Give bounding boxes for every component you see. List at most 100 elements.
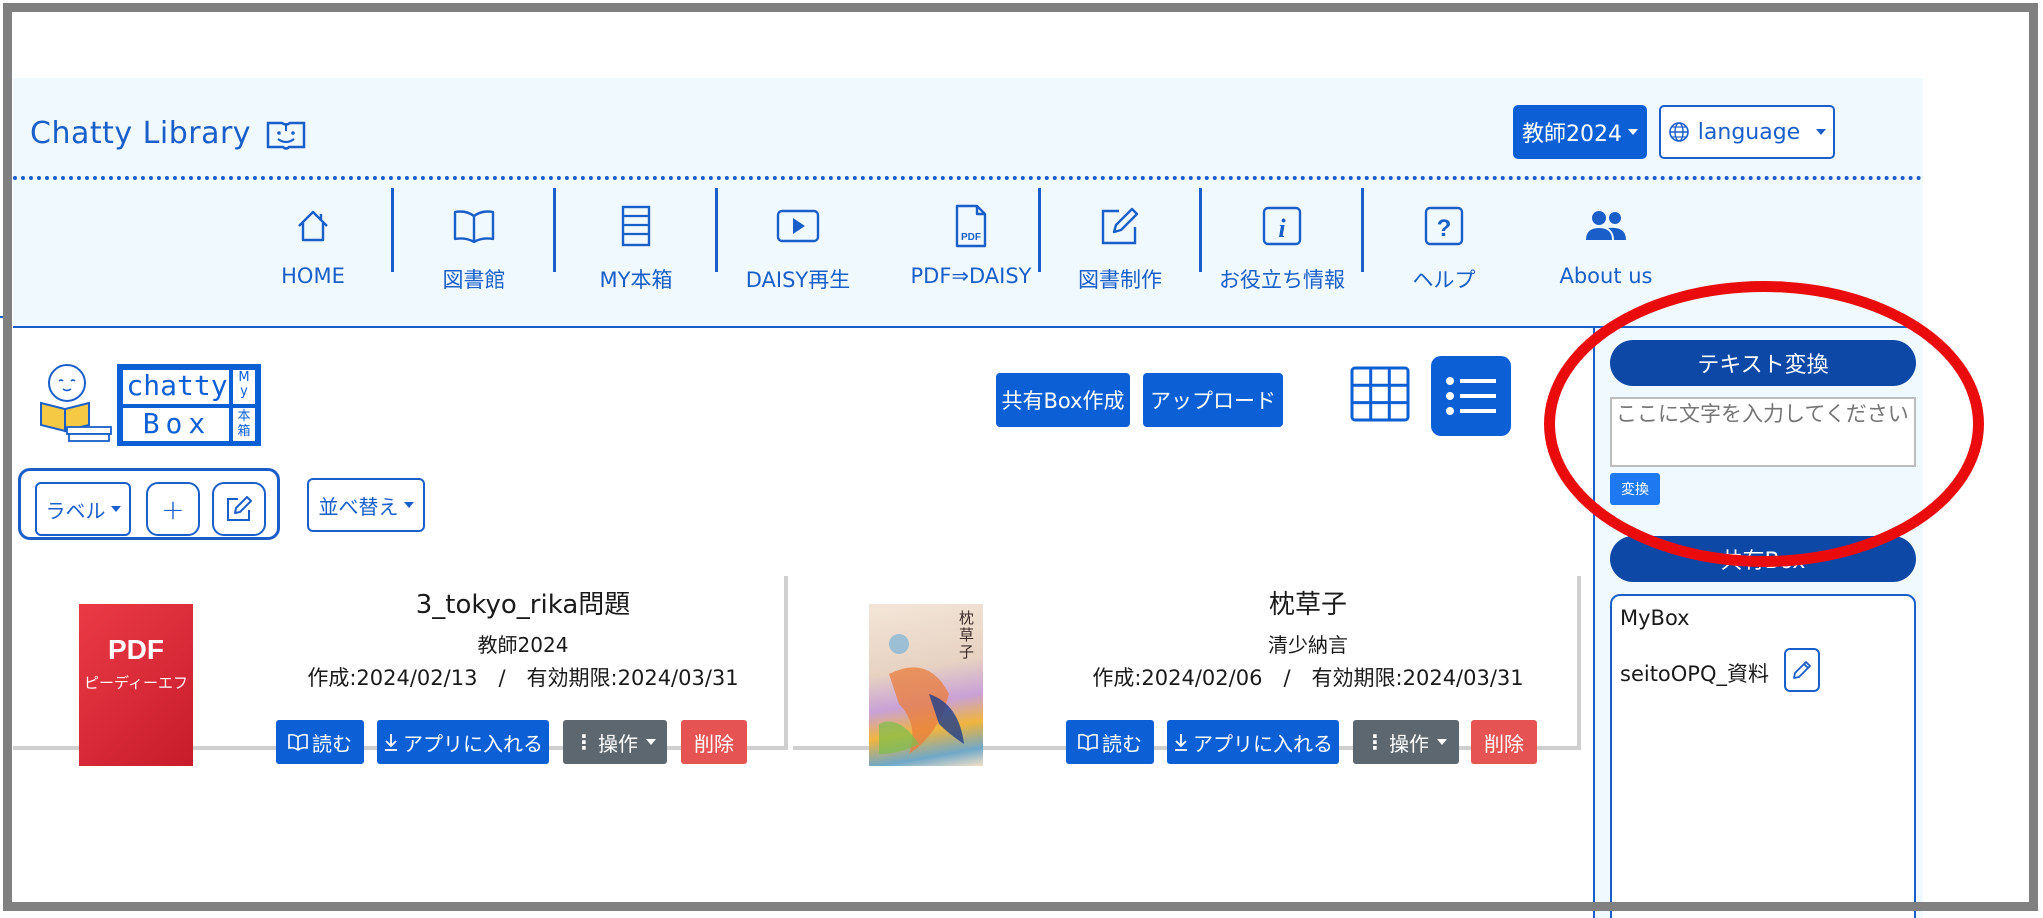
nav-item-home[interactable]: HOME	[233, 180, 393, 328]
nav-label: DAISY再生	[745, 268, 851, 292]
main-nav: HOME 図書館 MY本箱 DAISY再生 PDF PDF⇒DAISY 図書制作…	[13, 180, 1923, 328]
read-label: 読む	[1102, 731, 1142, 756]
nav-item-book-creation[interactable]: 図書制作	[1040, 180, 1200, 328]
logo-hombako: 本箱	[237, 409, 251, 439]
read-button[interactable]: 読む	[1066, 720, 1154, 764]
svg-text:PDF: PDF	[961, 232, 981, 243]
operations-dropdown[interactable]: ⋮ 操作	[563, 720, 667, 764]
book-author: 清少納言	[1268, 633, 1348, 657]
caret-down-icon	[403, 502, 414, 508]
caret-down-icon	[1628, 129, 1638, 135]
sort-label: 並べ替え	[318, 494, 399, 519]
book-dates: 作成:2024/02/06 / 有効期限:2024/03/31	[1092, 666, 1524, 690]
brand-name: Chatty Library	[30, 116, 252, 151]
convert-button[interactable]: 変換	[1610, 473, 1660, 505]
book-card: 枕草子 枕草子 清少納言 作成:2024/02/06 / 有効期限:2024/0…	[793, 576, 1581, 766]
book-open-icon	[288, 733, 308, 751]
add-label-button[interactable]: +	[146, 482, 200, 536]
kebab-icon: ⋮	[574, 730, 594, 754]
edit-icon	[1101, 207, 1139, 245]
delete-button[interactable]: 削除	[1471, 720, 1537, 764]
share-box-item-seito[interactable]: seitoOPQ_資料	[1620, 658, 1769, 688]
read-button[interactable]: 読む	[276, 720, 364, 764]
logo-chatty: chatty	[126, 369, 228, 402]
book-open-icon	[453, 210, 495, 244]
caret-down-icon	[110, 506, 121, 512]
nav-item-library[interactable]: 図書館	[394, 180, 554, 328]
bookshelf-icon	[621, 205, 651, 247]
share-box-list: MyBox seitoOPQ_資料	[1610, 594, 1916, 918]
operations-label: 操作	[598, 731, 638, 756]
book-dates: 作成:2024/02/13 / 有効期限:2024/03/31	[307, 666, 739, 690]
caret-down-icon	[646, 739, 656, 745]
grid-icon	[1350, 366, 1410, 422]
caret-down-icon	[1816, 129, 1827, 135]
book-open-icon	[1078, 733, 1098, 751]
share-box-item-mybox[interactable]: MyBox	[1620, 606, 1690, 630]
create-share-box-button[interactable]: 共有Box作成	[996, 373, 1130, 427]
nav-label: 図書制作	[1078, 268, 1162, 292]
nav-label: お役立ち情報	[1219, 268, 1345, 292]
home-icon	[298, 210, 328, 242]
nav-label: About us	[1559, 264, 1653, 288]
chatty-library-app: Chatty Library 教師2024 language HOME 図書館 …	[13, 78, 1923, 918]
delete-button[interactable]: 削除	[681, 720, 747, 764]
edit-label-button[interactable]	[212, 482, 266, 536]
operations-label: 操作	[1389, 731, 1429, 756]
label-dropdown[interactable]: ラベル	[35, 482, 131, 536]
language-button[interactable]: language	[1659, 105, 1835, 159]
nav-item-daisy-play[interactable]: DAISY再生	[718, 180, 878, 328]
cover-pdf-kana: ピーディーエフ	[84, 674, 188, 692]
play-icon	[776, 209, 820, 243]
language-label: language	[1697, 119, 1801, 145]
people-icon	[1586, 211, 1626, 240]
book-author: 教師2024	[477, 633, 569, 657]
nav-item-my-bookshelf[interactable]: MY本箱	[556, 180, 716, 328]
caret-down-icon	[1437, 739, 1447, 745]
nav-label: MY本箱	[599, 268, 673, 292]
grid-view-button[interactable]	[1349, 365, 1411, 423]
pdf-cover[interactable]: PDF ピーディーエフ	[79, 604, 193, 766]
nav-label: HOME	[281, 264, 345, 288]
user-menu-button[interactable]: 教師2024	[1513, 105, 1647, 159]
illustration-icon	[879, 634, 964, 754]
add-to-app-label: アプリに入れる	[403, 731, 543, 756]
add-to-app-button[interactable]: アプリに入れる	[377, 720, 549, 764]
info-icon: i	[1262, 206, 1302, 246]
download-icon	[385, 734, 397, 751]
left-edge-line	[0, 316, 12, 318]
text-convert-header: テキスト変換	[1610, 340, 1916, 386]
nav-label: ヘルプ	[1412, 268, 1476, 292]
cover-pdf-text: PDF	[108, 634, 164, 665]
operations-dropdown[interactable]: ⋮ 操作	[1353, 720, 1459, 764]
nav-label: 図書館	[442, 268, 506, 292]
svg-text:?: ?	[1437, 215, 1452, 242]
edit-share-box-button[interactable]	[1784, 648, 1820, 692]
edit-icon	[227, 496, 252, 521]
text-convert-input[interactable]	[1610, 397, 1916, 467]
user-menu-label: 教師2024	[1522, 122, 1622, 147]
nav-item-about-us[interactable]: About us	[1526, 180, 1686, 328]
nav-item-help[interactable]: ? ヘルプ	[1364, 180, 1524, 328]
globe-icon	[1668, 122, 1689, 142]
nav-item-useful-info[interactable]: i お役立ち情報	[1202, 180, 1362, 328]
nav-item-pdf-daisy[interactable]: PDF PDF⇒DAISY	[891, 180, 1051, 328]
add-to-app-button[interactable]: アプリに入れる	[1167, 720, 1339, 764]
my-box-logo: chatty Box My 本箱	[27, 359, 267, 453]
upload-button[interactable]: アップロード	[1143, 373, 1283, 427]
header: Chatty Library 教師2024 language	[13, 78, 1923, 180]
label-dropdown-text: ラベル	[45, 498, 106, 523]
brand-logo[interactable]: Chatty Library	[30, 116, 307, 151]
makura-cover[interactable]: 枕草子	[869, 604, 983, 766]
list-view-button[interactable]	[1431, 356, 1511, 436]
book-title: 3_tokyo_rika問題	[415, 590, 631, 620]
logo-box: Box	[142, 407, 212, 440]
book-title: 枕草子	[1268, 590, 1347, 620]
book-card: PDF ピーディーエフ 3_tokyo_rika問題 教師2024 作成:202…	[13, 576, 788, 766]
read-label: 読む	[312, 731, 352, 756]
main-content: chatty Box My 本箱 共有Box作成 アップロード ラベル + 並べ…	[13, 328, 1593, 918]
share-box-header: 共有Box	[1610, 536, 1916, 582]
open-book-smile-icon	[266, 121, 306, 150]
help-icon: ?	[1424, 206, 1464, 246]
sort-dropdown[interactable]: 並べ替え	[307, 478, 425, 532]
